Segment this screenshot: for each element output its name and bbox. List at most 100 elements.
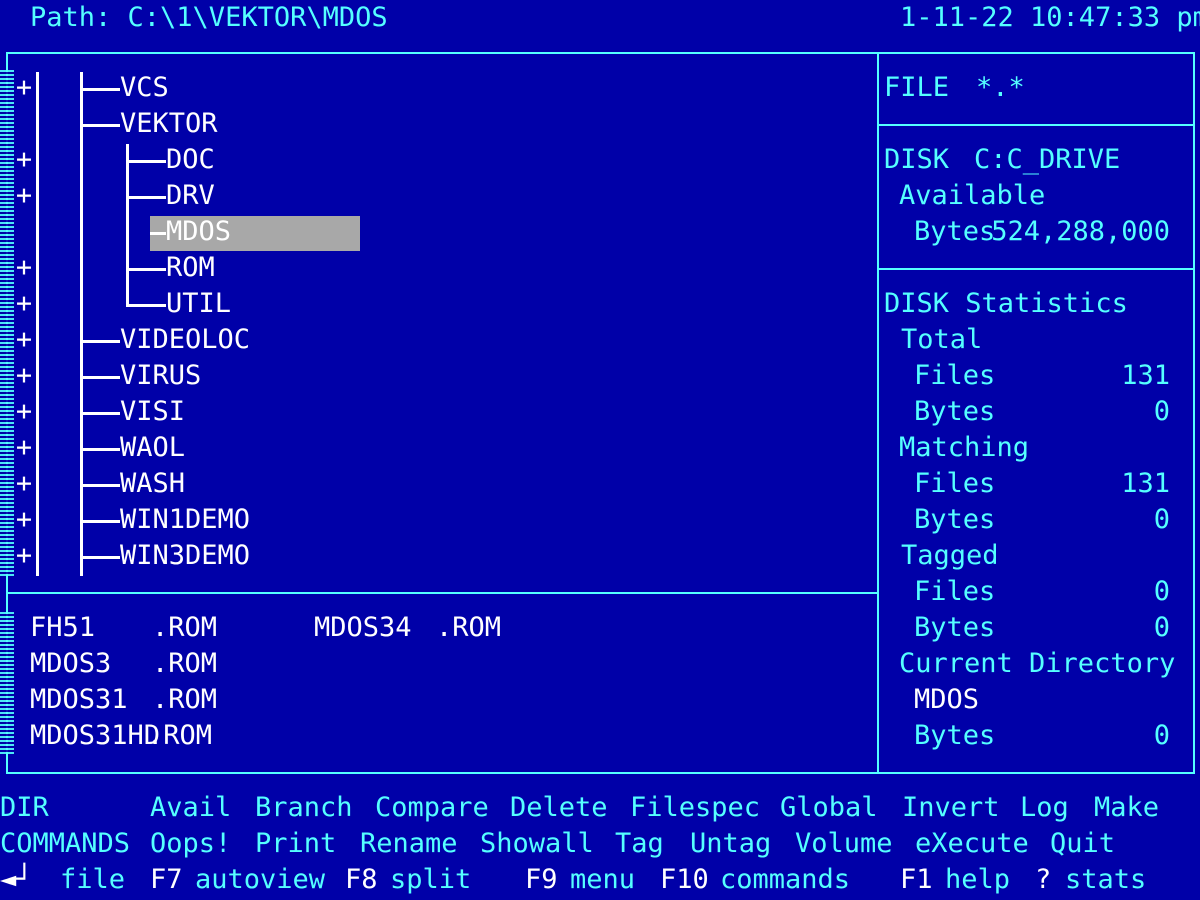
cmd-untag[interactable]: Untag [690,826,771,862]
cmd-oops[interactable]: Oops! [150,826,231,862]
stats-title: DISK Statistics [884,288,1128,319]
cmd-make[interactable]: Make [1094,790,1159,826]
cmd-compare[interactable]: Compare [375,790,489,826]
tree-node-wash[interactable]: WASH [120,466,185,502]
key-question-stats[interactable]: stats [1065,862,1146,898]
cmd-delete[interactable]: Delete [510,790,608,826]
cmd-global[interactable]: Global [780,790,878,826]
cmd-tag[interactable]: Tag [615,826,664,862]
total-bytes-value: 0 [1153,396,1170,427]
file-ext: .ROM [436,612,502,643]
matching-files-value: 131 [1121,468,1170,499]
expand-marker[interactable]: + [14,286,34,322]
cmd-showall[interactable]: Showall [480,826,594,862]
expand-marker[interactable]: + [14,466,34,502]
current-dir-label: Current Directory [899,648,1176,679]
tree-connector [126,196,166,199]
files-scrollbar[interactable] [0,612,14,754]
tree-node-win1demo[interactable]: WIN1DEMO [120,502,250,538]
matching-files-label: Files [914,468,996,499]
tree-node-mdos-selected[interactable]: MDOS [166,214,231,250]
tree-node-visi[interactable]: VISI [120,394,185,430]
total-label: Total [901,324,983,355]
datetime-display: 1-11-22 10:47:33 pm [900,2,1200,33]
file-name[interactable]: FH51 [30,610,95,646]
key-f1-help[interactable]: help [945,862,1010,898]
cmd-invert[interactable]: Invert [902,790,1000,826]
tree-scrollbar[interactable] [0,70,14,576]
expand-marker[interactable]: + [14,358,34,394]
tree-node-virus[interactable]: VIRUS [120,358,201,394]
key-f7-autoview[interactable]: autoview [195,862,325,898]
menu-row-label-dir: DIR [0,792,49,823]
key-f8-split[interactable]: split [390,862,471,898]
tree-node-waol[interactable]: WAOL [120,430,185,466]
cmd-execute[interactable]: eXecute [915,826,1029,862]
available-bytes-label: Bytes [914,216,996,247]
cmd-print[interactable]: Print [255,826,336,862]
total-files-value: 131 [1121,360,1170,391]
expand-marker[interactable]: + [14,178,34,214]
current-dir-name: MDOS [914,684,980,715]
tree-node-videoloc[interactable]: VIDEOLOC [120,322,250,358]
expand-marker[interactable]: + [14,430,34,466]
tree-node-vcs[interactable]: VCS [120,70,169,106]
tree-connector [80,448,120,451]
key-enter-file[interactable]: file [60,862,125,898]
cmd-volume[interactable]: Volume [795,826,893,862]
file-name[interactable]: MDOS34 [314,610,412,646]
cmd-avail[interactable]: Avail [150,790,231,826]
total-files-label: Files [914,360,996,391]
available-bytes-value: 524,288,000 [991,216,1170,247]
cmd-log[interactable]: Log [1020,790,1069,826]
path-display: Path: C:\1\VEKTOR\MDOS [30,2,388,33]
frame-right [1193,52,1195,774]
frame-bottom [6,772,1195,774]
tree-node-win3demo[interactable]: WIN3DEMO [120,538,250,574]
tagged-bytes-value: 0 [1153,612,1170,643]
current-bytes-label: Bytes [914,720,996,751]
tree-connector [80,556,120,559]
file-ext: .ROM [152,684,218,715]
key-f10-commands[interactable]: commands [720,862,850,898]
cmd-filespec[interactable]: Filespec [630,790,760,826]
key-f1: F1 [900,864,933,895]
tree-node-rom[interactable]: ROM [166,250,215,286]
file-ext: .ROM [152,612,218,643]
file-ext: .ROM [147,720,213,751]
available-label: Available [899,180,1046,211]
file-name[interactable]: MDOS31 [30,682,128,718]
expand-marker[interactable]: + [14,538,34,574]
tree-node-vektor[interactable]: VEKTOR [120,106,218,142]
disk-label: DISK [884,144,950,175]
tree-node-drv[interactable]: DRV [166,178,215,214]
expand-marker[interactable]: + [14,70,34,106]
tree-connector [80,124,120,127]
tree-connector [80,340,120,343]
menu-row-label-commands: COMMANDS [0,828,131,859]
expand-marker[interactable]: + [14,322,34,358]
tree-node-util[interactable]: UTIL [166,286,231,322]
cmd-rename[interactable]: Rename [360,826,458,862]
matching-bytes-label: Bytes [914,504,996,535]
file-name[interactable]: MDOS3 [30,646,111,682]
cmd-quit[interactable]: Quit [1050,826,1115,862]
expand-marker[interactable]: + [14,502,34,538]
expand-marker[interactable]: + [14,250,34,286]
tagged-label: Tagged [901,540,999,571]
tree-connector [80,376,120,379]
expand-marker[interactable]: + [14,394,34,430]
tagged-files-value: 0 [1153,576,1170,607]
expand-marker[interactable]: + [14,142,34,178]
disk-name: C:C_DRIVE [974,144,1121,175]
key-f9-menu[interactable]: menu [570,862,635,898]
cmd-branch[interactable]: Branch [255,790,353,826]
tree-connector [80,520,120,523]
frame-divider-file-disk [877,124,1195,126]
tree-connector [126,304,166,307]
tree-line [36,72,39,576]
tree-node-doc[interactable]: DOC [166,142,215,178]
enter-key-icon: ◄┘ [0,864,33,895]
frame-divider-tree-files [6,592,879,594]
file-name[interactable]: MDOS31HD [30,718,160,754]
